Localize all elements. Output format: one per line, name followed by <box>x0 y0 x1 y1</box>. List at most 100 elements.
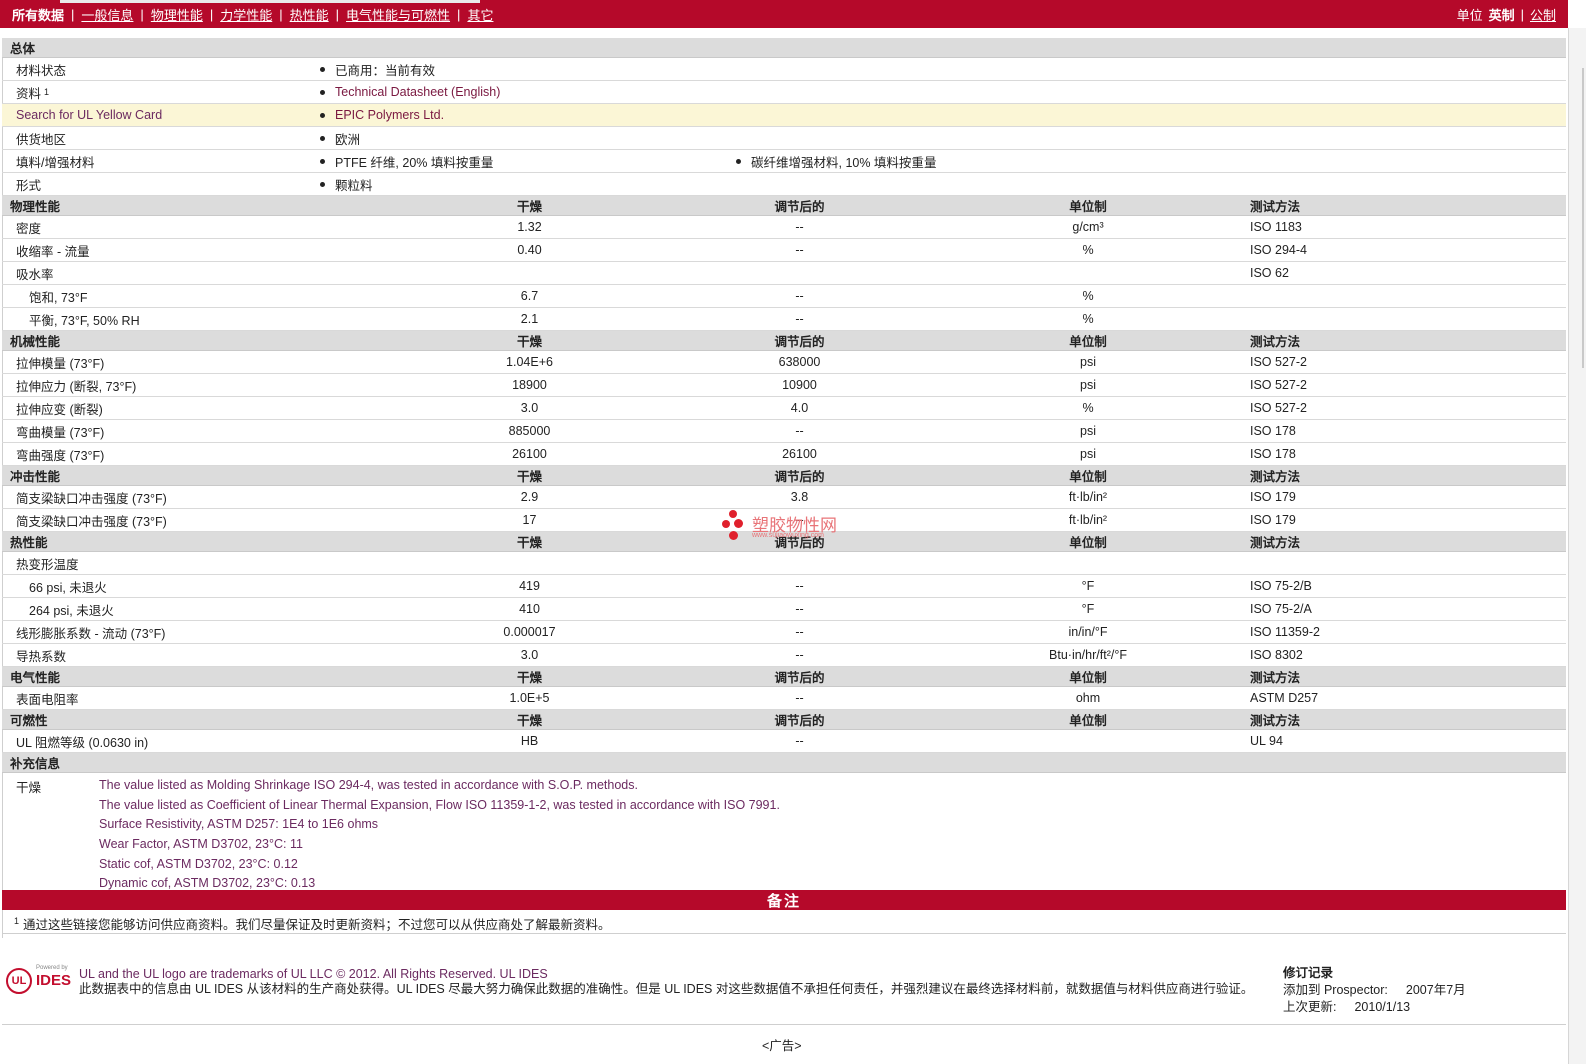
section-title: 机械性能 <box>10 335 61 349</box>
column-header-conditioned: 调节后的 <box>774 714 825 728</box>
dry-value: 17 <box>522 513 537 527</box>
section-title: 冲击性能 <box>10 470 61 484</box>
table-row: 平衡, 73°F, 50% RH 2.1 --% <box>2 308 1566 331</box>
unit-imperial[interactable]: 英制 <box>1489 5 1515 24</box>
property-name: 表面电阻率 <box>16 692 79 707</box>
added-value: 2007年7月 <box>1405 983 1466 997</box>
property-name: 供货地区 <box>16 132 67 147</box>
unit-metric-link[interactable]: 公制 <box>1530 5 1556 24</box>
scrollbar-thumb[interactable] <box>1582 68 1584 368</box>
section-header-mechanical: 机械性能 干燥 调节后的 单位制 测试方法 <box>2 331 1566 351</box>
nav-all-data[interactable]: 所有数据 <box>12 5 64 24</box>
watermark-url: www.sujiaowuxing.com <box>752 532 824 539</box>
table-row: 饱和, 73°F 6.7 --% <box>2 285 1566 308</box>
table-row: 热变形温度 <box>2 552 1566 575</box>
column-header-dry: 干燥 <box>516 200 542 214</box>
property-name: 填料/增强材料 <box>16 155 95 170</box>
supplier-link[interactable]: EPIC Polymers Ltd. <box>335 108 444 122</box>
unit-value: psi <box>1080 378 1096 392</box>
conditioned-value: -- <box>795 734 804 748</box>
section-title: 可燃性 <box>10 714 48 728</box>
property-name: 热变形温度 <box>16 557 79 572</box>
conditioned-value <box>742 552 857 574</box>
dry-value: 6.7 <box>520 289 539 303</box>
footnote-text: 通过这些链接您能够访问供应商资料。我们尽量保证及时更新资料；不过您可以从供应商处… <box>23 918 611 932</box>
bullet-icon <box>320 135 325 141</box>
test-method: ISO 178 <box>1250 424 1296 438</box>
test-method: ISO 178 <box>1250 447 1296 461</box>
table-row: 66 psi, 未退火 419 -- °F ISO 75-2/B <box>2 575 1566 598</box>
column-header-conditioned: 调节后的 <box>774 470 825 484</box>
nav-thermal[interactable]: 热性能 <box>290 5 329 24</box>
unit-value: % <box>1082 289 1094 303</box>
footnote-number: 1 <box>14 915 20 926</box>
vertical-scrollbar[interactable] <box>1568 28 1586 1064</box>
conditioned-value <box>742 262 857 284</box>
property-sections: 物理性能 干燥 调节后的 单位制 测试方法 密度 1.32 -- g/cm³ ISO 1183 收缩… <box>2 196 1566 753</box>
updated-label: 上次更新: <box>1283 1000 1337 1014</box>
column-header-unit: 单位制 <box>1069 714 1107 728</box>
unit-value <box>1002 730 1174 752</box>
technical-datasheet-link[interactable]: Technical Datasheet (English) <box>335 85 500 99</box>
column-header-conditioned: 调节后的 <box>774 335 825 349</box>
notes-header: 备注 <box>2 890 1566 910</box>
supplemental-line: Surface Resistivity, ASTM D257: 1E4 to 1… <box>99 817 379 832</box>
nav-other[interactable]: 其它 <box>467 5 493 24</box>
supplemental-label: 干燥 <box>16 781 42 795</box>
table-row: 材料状态 已商用：当前有效 <box>2 58 1566 81</box>
table-row: 表面电阻率 1.0E+5 -- ohm ASTM D257 <box>2 687 1566 710</box>
table-row: 供货地区 欧洲 <box>2 127 1566 150</box>
section-header-flammability: 可燃性 干燥 调节后的 单位制 测试方法 <box>2 710 1566 730</box>
column-header-dry: 干燥 <box>516 470 542 484</box>
test-method: ASTM D257 <box>1250 691 1319 705</box>
ides-logo-text: IDES <box>36 972 72 989</box>
watermark-dot <box>722 520 730 528</box>
property-name: 弯曲强度 (73°F) <box>16 448 105 463</box>
conditioned-value: -- <box>795 648 804 662</box>
table-row: 拉伸模量 (73°F) 1.04E+6 638000 psi ISO 527-2 <box>2 351 1566 374</box>
nav-general-info[interactable]: 一般信息 <box>81 5 133 24</box>
property-name: 拉伸应变 (断裂) <box>16 402 103 417</box>
ul-ides-logo[interactable]: UL Powered by IDES <box>6 965 76 996</box>
property-name: 形式 <box>16 178 42 193</box>
yellow-card-search-link[interactable]: Search for UL Yellow Card <box>16 104 162 126</box>
disclaimer: 此数据表中的信息由 UL IDES 从该材料的生产商处获得。UL IDES 尽最… <box>79 982 1254 996</box>
divider <box>2 1024 1566 1025</box>
column-header-conditioned: 调节后的 <box>774 200 825 214</box>
nav-physical[interactable]: 物理性能 <box>151 5 203 24</box>
test-method: ISO 1183 <box>1250 220 1302 234</box>
conditioned-value: 26100 <box>782 447 817 461</box>
unit-value: in/in/°F <box>1068 625 1108 639</box>
unit-value <box>1002 262 1174 284</box>
table-row: 拉伸应变 (断裂) 3.0 4.0% ISO 527-2 <box>2 397 1566 420</box>
supplemental-line: Wear Factor, ASTM D3702, 23°C: 11 <box>99 837 303 852</box>
column-header-dry: 干燥 <box>516 714 542 728</box>
property-value: 已商用：当前有效 <box>335 63 436 78</box>
dry-value: 1.0E+5 <box>509 691 550 705</box>
conditioned-value: -- <box>795 220 804 234</box>
conditioned-value: -- <box>795 579 804 593</box>
unit-switcher: 单位 英制 | 公制 <box>1456 5 1556 24</box>
unit-value: % <box>1082 401 1094 415</box>
section-header-electrical: 电气性能 干燥 调节后的 单位制 测试方法 <box>2 667 1566 687</box>
nav-electrical-flammability[interactable]: 电气性能与可燃性 <box>346 5 450 24</box>
property-name: 简支梁缺口冲击强度 (73°F) <box>16 491 167 506</box>
property-name: 平衡, 73°F, 50% RH <box>29 313 140 328</box>
nav-mechanical[interactable]: 力学性能 <box>220 5 272 24</box>
column-header-unit: 单位制 <box>1069 671 1107 685</box>
dry-value: 0.000017 <box>503 625 556 639</box>
property-value: PTFE 纤维, 20% 填料按重量 <box>335 155 494 170</box>
table-row: 吸水率 ISO 62 <box>2 262 1566 285</box>
table-row: UL 阻燃等级 (0.0630 in) HB -- UL 94 <box>2 730 1566 753</box>
conditioned-value: 3.8 <box>790 490 809 504</box>
bullet-icon <box>320 158 325 164</box>
trademark-notice: UL and the UL logo are trademarks of UL … <box>79 967 548 981</box>
supplemental-info: 干燥 The value listed as Molding Shrinkage… <box>2 773 1566 894</box>
unit-value: °F <box>1081 579 1095 593</box>
table-row: 密度 1.32 -- g/cm³ ISO 1183 <box>2 216 1566 239</box>
property-name: 饱和, 73°F <box>29 290 88 305</box>
legal-text: UL and the UL logo are trademarks of UL … <box>79 967 1269 997</box>
conditioned-value: 638000 <box>778 355 821 369</box>
test-method: ISO 75-2/A <box>1250 602 1312 616</box>
watermark-dot <box>729 531 738 540</box>
